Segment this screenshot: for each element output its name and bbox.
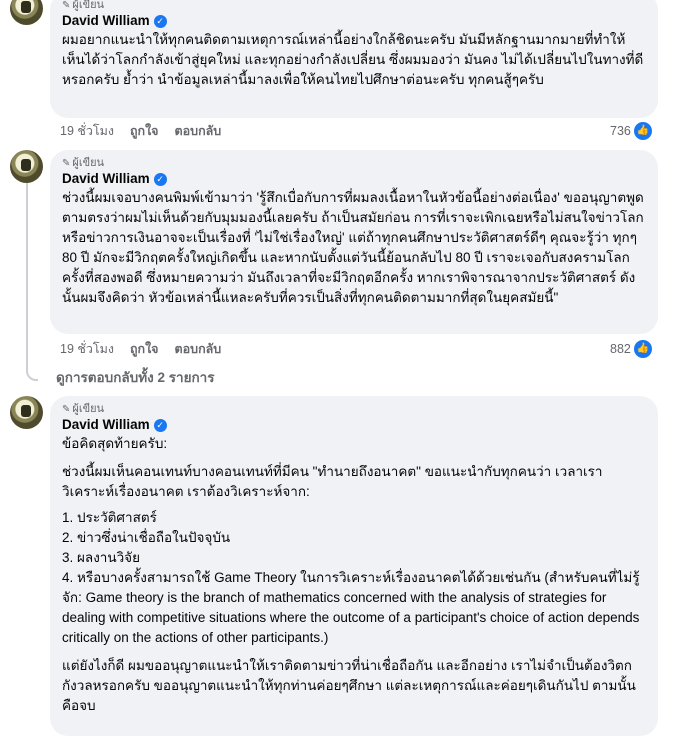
comment-bubble: ✎ ผู้เขียน David William ✓ ข้อคิดสุดท้ายคร…: [50, 396, 658, 736]
thread-connector: [26, 355, 38, 381]
comment-heading: ข้อคิดสุดท้ายครับ:: [62, 436, 168, 451]
reaction-number: 736: [610, 124, 631, 138]
reply-button[interactable]: ตอบกลับ: [175, 122, 222, 140]
avatar[interactable]: [10, 396, 43, 429]
reaction-count[interactable]: 882 👍: [610, 340, 652, 358]
pen-icon: ✎: [62, 0, 71, 11]
verified-badge-icon: ✓: [153, 14, 167, 28]
comment-intro: ช่วงนี้ผมเห็นคอนเทนท์บางคอนเทนท์ที่มีคน …: [62, 464, 603, 499]
like-button[interactable]: ถูกใจ: [130, 122, 159, 140]
timestamp[interactable]: 19 ชั่วโมง: [60, 122, 114, 140]
thread-line: [26, 183, 28, 355]
list-item: 4. หรือบางครั้งสามารถใช้ Game Theory ในก…: [62, 570, 640, 645]
verified-badge-icon: ✓: [153, 418, 167, 432]
author-badge: ✎ ผู้เขียน: [62, 156, 646, 170]
like-button[interactable]: ถูกใจ: [130, 340, 159, 358]
comment-actions: 19 ชั่วโมง ถูกใจ ตอบกลับ: [60, 340, 221, 358]
verified-badge-icon: ✓: [153, 172, 167, 186]
reaction-number: 882: [610, 342, 631, 356]
list-item: 1. ประวัติศาสตร์: [62, 510, 157, 525]
author-badge-label: ผู้เขียน: [72, 157, 105, 169]
comment-bubble: ✎ ผู้เขียน David William ✓ ผมอยากแนะนำให้ท…: [50, 0, 658, 118]
thumbs-up-icon: 👍: [633, 340, 652, 358]
author-name[interactable]: David William: [62, 12, 150, 30]
author-name[interactable]: David William: [62, 416, 150, 434]
author-badge-label: ผู้เขียน: [72, 0, 105, 11]
list-item: 3. ผลงานวิจัย: [62, 550, 140, 565]
pen-icon: ✎: [62, 158, 71, 169]
comment-closing: แต่ยังไงก็ดี ผมขออนุญาตแนะนำให้เราติดตาม…: [62, 658, 636, 713]
reaction-count[interactable]: 736 👍: [610, 122, 652, 140]
comment-bubble: ✎ ผู้เขียน David William ✓ ช่วงนี้ผมเจอบาง…: [50, 150, 658, 334]
view-replies-link[interactable]: ดูการตอบกลับทั้ง 2 รายการ: [56, 368, 214, 388]
avatar[interactable]: [10, 150, 43, 183]
reply-button[interactable]: ตอบกลับ: [175, 340, 222, 358]
list-item: 2. ข่าวซึ่งน่าเชื่อถือในปัจจุบัน: [62, 530, 231, 545]
thumbs-up-icon: 👍: [633, 122, 652, 140]
analysis-list: 1. ประวัติศาสตร์ 2. ข่าวซึ่งน่าเชื่อถือใ…: [62, 508, 646, 648]
comment-text: ผมอยากแนะนำให้ทุกคนติดตามเหตุการณ์เหล่าน…: [62, 32, 644, 87]
author-badge: ✎ ผู้เขียน: [62, 0, 646, 12]
comment-actions: 19 ชั่วโมง ถูกใจ ตอบกลับ: [60, 122, 221, 140]
pen-icon: ✎: [62, 404, 71, 415]
author-name[interactable]: David William: [62, 170, 150, 188]
timestamp[interactable]: 19 ชั่วโมง: [60, 340, 114, 358]
avatar[interactable]: [10, 0, 43, 25]
comment-text: ช่วงนี้ผมเจอบางคนพิมพ์เข้ามาว่า 'รู้สึกเ…: [62, 190, 644, 305]
author-badge: ✎ ผู้เขียน: [62, 402, 646, 416]
author-badge-label: ผู้เขียน: [72, 403, 105, 415]
